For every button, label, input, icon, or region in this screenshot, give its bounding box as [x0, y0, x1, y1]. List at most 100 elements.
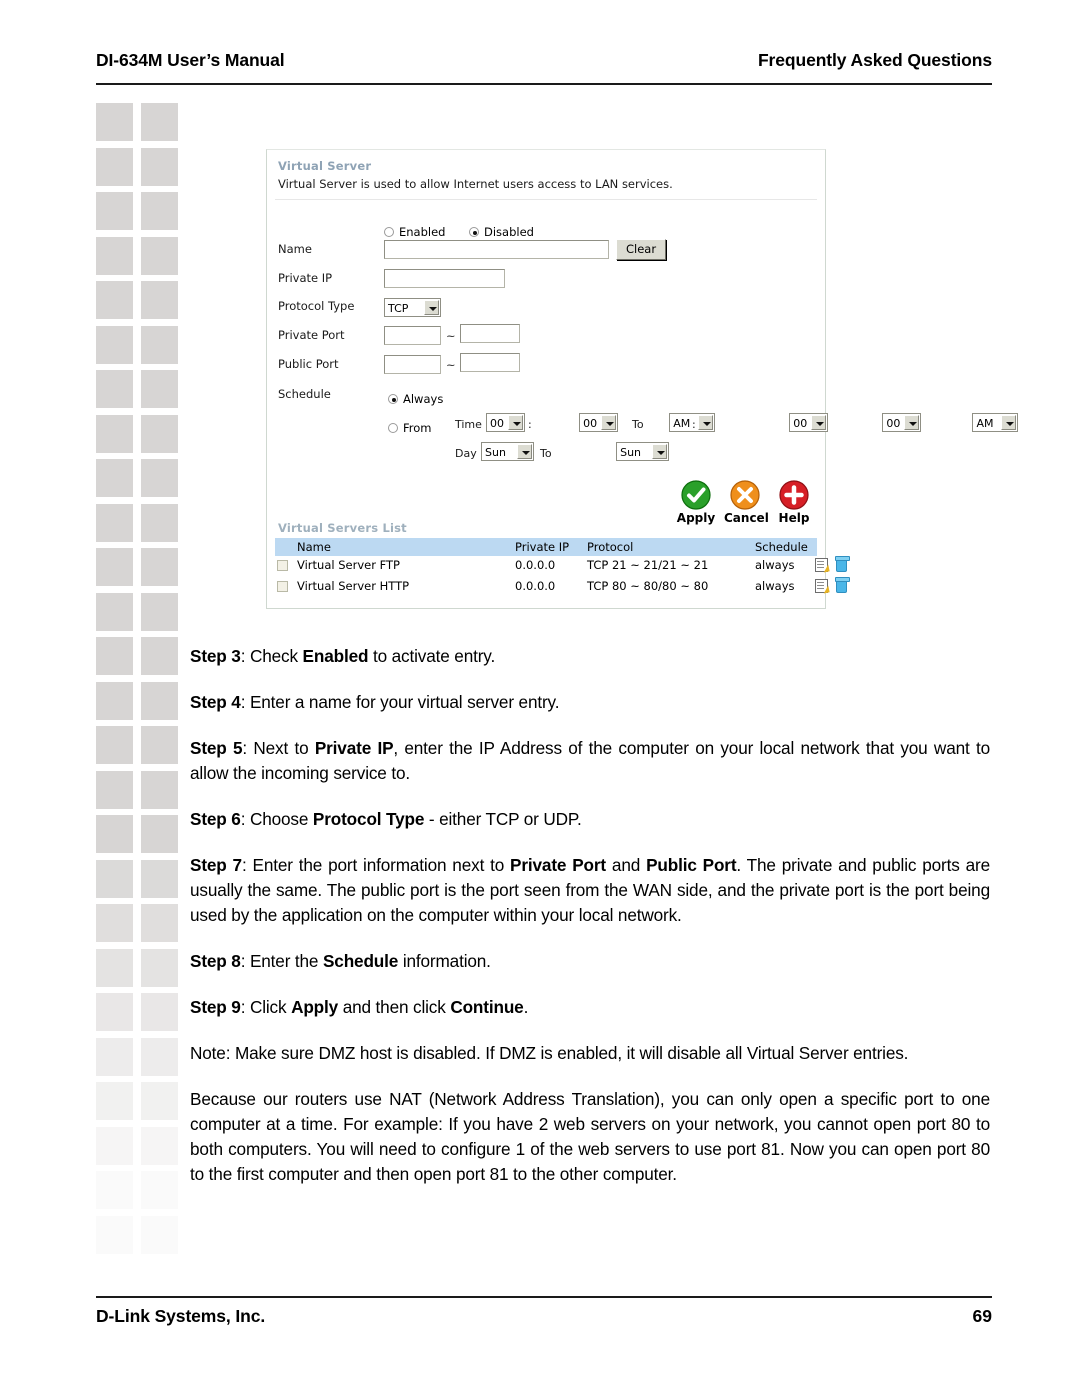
- decorative-square: [141, 459, 178, 497]
- decorative-square: [141, 325, 178, 364]
- decorative-square: [141, 815, 178, 853]
- chevron-down-icon: [517, 444, 532, 459]
- decorative-square: [96, 993, 133, 1031]
- public-port-to-input[interactable]: [460, 353, 520, 372]
- decorative-square: [141, 904, 178, 942]
- schedule-time-to-label: To: [632, 418, 644, 431]
- decorative-square: [96, 370, 133, 408]
- name-row: Name Clear: [278, 239, 678, 262]
- schedule-always-label: Always: [403, 392, 444, 406]
- delete-icon[interactable]: [834, 556, 850, 572]
- col-header-private-ip: Private IP: [515, 540, 570, 554]
- manual-title: DI-634M User’s Manual: [96, 50, 285, 70]
- private-port-from-input[interactable]: [384, 326, 441, 345]
- x-circle-icon: [730, 480, 760, 510]
- public-port-range-separator: ~: [446, 358, 456, 372]
- edit-icon[interactable]: [815, 558, 828, 572]
- table-row: Virtual Server FTP 0.0.0.0 TCP 21 ~ 21/2…: [275, 556, 850, 577]
- running-header: DI-634M User’s Manual Frequently Asked Q…: [96, 50, 992, 90]
- decorative-square: [141, 236, 178, 275]
- schedule-from-label: From: [403, 421, 432, 435]
- paragraph-step6: Step 6: Choose Protocol Type - either TC…: [190, 809, 582, 829]
- name-label: Name: [278, 242, 312, 256]
- row-protocol: TCP 21 ~ 21/21 ~ 21: [587, 558, 709, 572]
- decorative-square-pattern: [96, 103, 182, 1263]
- private-ip-input[interactable]: [384, 269, 505, 288]
- decorative-square: [141, 281, 178, 319]
- private-port-range-separator: ~: [446, 329, 456, 343]
- private-ip-row: Private IP: [278, 269, 578, 291]
- protocol-type-row: Protocol Type TCP: [278, 297, 578, 319]
- decorative-square: [96, 770, 133, 809]
- end-hour-value: 00: [793, 417, 808, 430]
- row-checkbox[interactable]: [277, 560, 288, 571]
- start-day-select[interactable]: Sun: [481, 442, 534, 461]
- row-checkbox[interactable]: [277, 581, 288, 592]
- col-header-name: Name: [297, 540, 331, 554]
- decorative-square: [141, 993, 178, 1031]
- apply-button[interactable]: Apply: [675, 480, 717, 525]
- protocol-type-select[interactable]: TCP: [384, 298, 441, 317]
- name-input[interactable]: [384, 240, 609, 259]
- page-number: 69: [972, 1306, 992, 1326]
- edit-icon[interactable]: [815, 579, 828, 593]
- start-minute-value: 00: [583, 417, 598, 430]
- row-schedule: always: [755, 579, 795, 593]
- end-meridiem-select[interactable]: AM: [972, 413, 1019, 432]
- paragraph-step9: Step 9: Click Apply and then click Conti…: [190, 997, 529, 1017]
- chevron-down-icon: [652, 444, 668, 459]
- section-title: Frequently Asked Questions: [757, 50, 992, 70]
- decorative-square: [141, 103, 178, 141]
- decorative-square: [141, 147, 178, 186]
- decorative-square: [141, 503, 178, 542]
- apply-label: Apply: [676, 511, 716, 525]
- decorative-square: [96, 904, 133, 942]
- col-header-protocol: Protocol: [587, 540, 634, 554]
- end-minute-select[interactable]: 00: [882, 413, 922, 432]
- private-port-label: Private Port: [278, 328, 345, 342]
- chevron-down-icon: [811, 415, 827, 430]
- paragraph-step8: Step 8: Enter the Schedule information.: [190, 951, 491, 971]
- delete-icon[interactable]: [834, 577, 850, 593]
- public-port-from-input[interactable]: [384, 355, 441, 374]
- row-schedule: always: [755, 558, 795, 572]
- row-actions: [815, 556, 850, 572]
- decorative-square: [96, 1037, 133, 1076]
- decorative-square: [96, 236, 133, 275]
- clear-button[interactable]: Clear: [616, 239, 667, 260]
- start-minute-select[interactable]: 00: [579, 413, 619, 432]
- check-circle-icon: [681, 480, 711, 510]
- end-hour-select[interactable]: 00: [789, 413, 829, 432]
- chevron-down-icon: [601, 415, 617, 430]
- decorative-square: [141, 548, 178, 586]
- help-button[interactable]: Help: [773, 480, 815, 525]
- enabled-radio[interactable]: Enabled: [384, 221, 445, 240]
- end-minute-value: 00: [886, 417, 901, 430]
- decorative-square: [96, 147, 133, 186]
- decorative-square: [141, 1037, 178, 1076]
- private-port-to-input[interactable]: [460, 324, 520, 343]
- panel-title: Virtual Server: [278, 159, 372, 173]
- panel-divider: [275, 199, 817, 200]
- enabled-radio-dot: [384, 227, 394, 237]
- start-hour-select[interactable]: 00: [486, 413, 525, 432]
- company-name: D-Link Systems, Inc.: [96, 1306, 266, 1326]
- decorative-square: [141, 1126, 178, 1165]
- end-day-value: Sun: [620, 446, 642, 459]
- chevron-down-icon: [424, 300, 439, 315]
- schedule-from-radio[interactable]: From: [388, 417, 432, 436]
- decorative-square: [141, 770, 178, 809]
- decorative-square: [96, 1082, 133, 1120]
- end-day-select[interactable]: Sun: [616, 442, 670, 461]
- cancel-button[interactable]: Cancel: [724, 480, 769, 525]
- paragraph-step4: Step 4: Enter a name for your virtual se…: [190, 692, 560, 712]
- decorative-square: [96, 281, 133, 319]
- running-footer: D-Link Systems, Inc. 69: [96, 1296, 992, 1346]
- virtual-servers-list: Name Private IP Protocol Schedule Virtua…: [275, 538, 850, 598]
- schedule-always-radio[interactable]: Always: [388, 388, 443, 407]
- end-time-colon: :: [692, 418, 696, 431]
- row-name: Virtual Server HTTP: [297, 579, 410, 593]
- schedule-always-radio-dot: [388, 394, 398, 404]
- disabled-radio[interactable]: Disabled: [469, 221, 534, 240]
- paragraph-step3: Step 3: Check Enabled to activate entry.: [190, 646, 496, 666]
